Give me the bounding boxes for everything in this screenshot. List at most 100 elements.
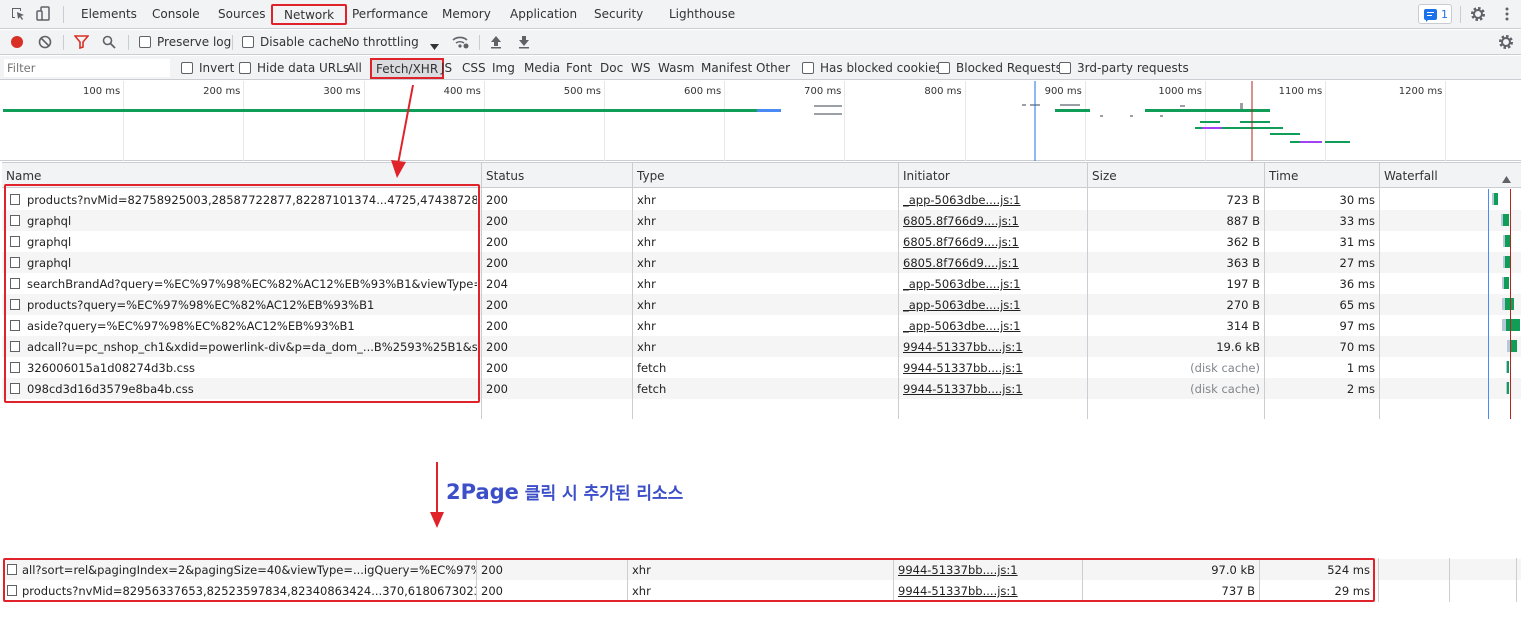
annotation-arrow-to-list: [391, 84, 414, 178]
request-size: (disk cache): [1190, 361, 1260, 375]
request-status: 200: [486, 214, 508, 228]
request-status: 200: [486, 235, 508, 249]
issues-button[interactable]: 1: [1418, 4, 1452, 24]
column-header-time[interactable]: Time: [1269, 169, 1298, 183]
column-divider[interactable]: [898, 162, 899, 419]
request-status: 200: [486, 298, 508, 312]
column-divider[interactable]: [632, 162, 633, 419]
throttling-select[interactable]: No throttling: [343, 35, 419, 49]
overview-bars: [3, 81, 1350, 161]
request-time: 27 ms: [1339, 256, 1375, 270]
waterfall-bar: [1492, 193, 1498, 205]
tab-security[interactable]: Security: [594, 7, 643, 21]
filter-type-all[interactable]: All: [347, 61, 362, 75]
column-divider[interactable]: [1379, 162, 1380, 419]
request-time: 30 ms: [1339, 193, 1375, 207]
dropdown-caret-icon[interactable]: [430, 39, 439, 53]
disable-cache-checkbox[interactable]: [242, 36, 254, 48]
column-divider: [1516, 558, 1517, 602]
preserve-log-label: Preserve log: [157, 35, 232, 49]
overview-request-bar: [1210, 109, 1270, 112]
filter-type-other[interactable]: Other: [756, 61, 790, 75]
filter-type-font[interactable]: Font: [566, 61, 592, 75]
hide-data-urls-checkbox[interactable]: [239, 62, 251, 74]
column-header-initiator[interactable]: Initiator: [903, 169, 950, 183]
request-initiator[interactable]: _app-5063dbe....js:1: [903, 319, 1083, 333]
annotation-caption-strong: 2Page: [446, 480, 519, 504]
request-time: 36 ms: [1339, 277, 1375, 291]
column-divider[interactable]: [1264, 162, 1265, 419]
request-status: 200: [486, 340, 508, 354]
column-header-name[interactable]: Name: [6, 169, 41, 183]
request-initiator[interactable]: 9944-51337bb....js:1: [903, 361, 1083, 375]
tab-network[interactable]: Network: [271, 4, 348, 25]
request-time: 1 ms: [1346, 361, 1375, 375]
blocked-requests-checkbox[interactable]: [938, 62, 950, 74]
filter-type-ws[interactable]: WS: [631, 61, 650, 75]
request-status: 200: [486, 256, 508, 270]
request-size: 362 B: [1226, 235, 1261, 249]
request-type: xhr: [637, 214, 656, 228]
import-har-icon[interactable]: [489, 35, 503, 52]
issues-count: 1: [1441, 8, 1448, 21]
request-initiator[interactable]: _app-5063dbe....js:1: [903, 193, 1083, 207]
invert-checkbox[interactable]: [181, 62, 193, 74]
tab-memory[interactable]: Memory: [442, 7, 491, 21]
filter-icon[interactable]: [73, 35, 90, 52]
request-initiator[interactable]: 6805.8f766d9....js:1: [903, 214, 1083, 228]
third-party-requests-checkbox[interactable]: [1059, 62, 1071, 74]
request-status: 200: [486, 382, 508, 396]
network-overview-timeline[interactable]: 100 ms 200 ms 300 ms 400 ms 500 ms 600 ms 700 …: [0, 81, 1521, 161]
tab-sources[interactable]: Sources: [218, 7, 265, 21]
tab-lighthouse[interactable]: Lighthouse: [669, 7, 735, 21]
filter-type-img[interactable]: Img: [492, 61, 515, 75]
overview-request-bar: [814, 105, 842, 107]
preserve-log-checkbox[interactable]: [139, 36, 151, 48]
network-settings-gear-icon[interactable]: [1497, 33, 1515, 54]
column-header-size[interactable]: Size: [1092, 169, 1117, 183]
tab-performance[interactable]: Performance: [352, 7, 428, 21]
more-options-icon[interactable]: [1498, 5, 1516, 23]
column-header-waterfall[interactable]: Waterfall: [1384, 169, 1438, 183]
search-icon[interactable]: [102, 35, 116, 52]
filter-type-doc[interactable]: Doc: [600, 61, 623, 75]
filter-type-js[interactable]: JS: [441, 61, 452, 75]
export-har-icon[interactable]: [517, 35, 531, 52]
filter-type-wasm[interactable]: Wasm: [658, 61, 694, 75]
request-initiator[interactable]: _app-5063dbe....js:1: [903, 298, 1083, 312]
filter-type-fetch-xhr[interactable]: Fetch/XHR: [370, 58, 445, 79]
column-header-type[interactable]: Type: [637, 169, 665, 183]
column-header-status[interactable]: Status: [486, 169, 524, 183]
column-divider[interactable]: [481, 162, 482, 419]
request-initiator[interactable]: 6805.8f766d9....js:1: [903, 256, 1083, 270]
added-requests-highlight: [3, 558, 1375, 602]
network-conditions-icon[interactable]: [452, 34, 470, 53]
toolbar-divider: [232, 35, 233, 50]
clear-icon[interactable]: [38, 35, 52, 52]
tab-divider: [63, 6, 64, 23]
tab-console[interactable]: Console: [152, 7, 200, 21]
request-initiator[interactable]: _app-5063dbe....js:1: [903, 277, 1083, 291]
filter-type-media[interactable]: Media: [524, 61, 560, 75]
disable-cache-label: Disable cache: [260, 35, 344, 49]
filter-type-manifest[interactable]: Manifest: [701, 61, 752, 75]
request-initiator[interactable]: 9944-51337bb....js:1: [903, 340, 1083, 354]
inspect-element-icon[interactable]: [9, 5, 27, 23]
sort-ascending-icon[interactable]: [1502, 172, 1511, 186]
request-initiator[interactable]: 9944-51337bb....js:1: [903, 382, 1083, 396]
tab-elements[interactable]: Elements: [81, 7, 137, 21]
has-blocked-cookies-checkbox[interactable]: [802, 62, 814, 74]
request-size: 363 B: [1226, 256, 1261, 270]
issues-icon: [1424, 9, 1437, 22]
filter-type-css[interactable]: CSS: [462, 61, 486, 75]
request-initiator[interactable]: 6805.8f766d9....js:1: [903, 235, 1083, 249]
record-icon[interactable]: [10, 35, 24, 52]
tab-application[interactable]: Application: [510, 7, 577, 21]
filter-input[interactable]: [4, 59, 170, 77]
settings-gear-icon[interactable]: [1469, 5, 1487, 23]
overview-request-bar: [1325, 141, 1350, 143]
column-divider[interactable]: [1087, 162, 1088, 419]
has-blocked-cookies-label: Has blocked cookies: [820, 61, 942, 75]
device-toolbar-icon[interactable]: [35, 5, 53, 23]
network-toolbar: Preserve log Disable cache No throttling: [0, 30, 1521, 55]
